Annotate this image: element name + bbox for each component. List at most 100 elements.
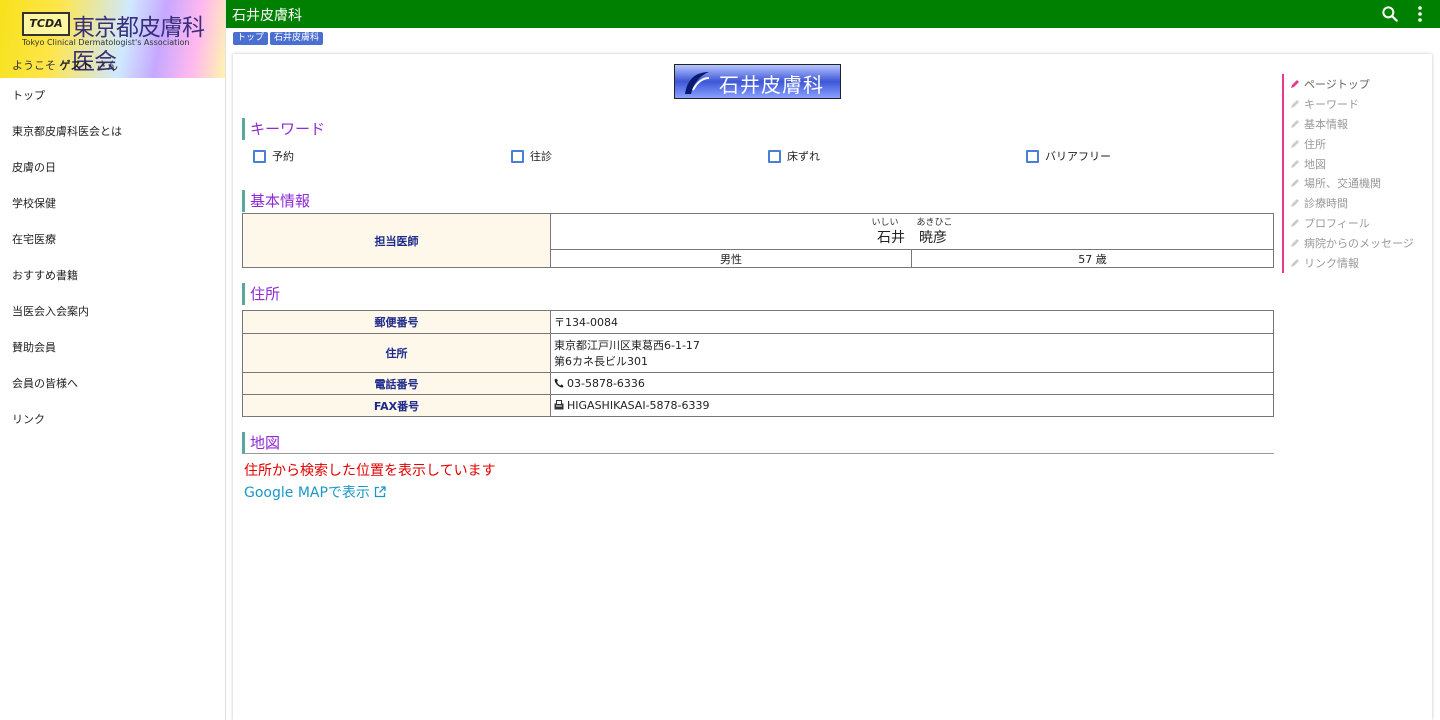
nav-item-links[interactable]: リンク — [0, 402, 225, 438]
doctor-gender: 男性 — [550, 249, 912, 268]
fax-cell: HIGASHIKASAI-5878-6339 — [550, 394, 1274, 417]
toc-label: 住所 — [1304, 137, 1326, 151]
page-toc: ページトップ キーワード 基本情報 住所 地図 場所、交通機関 診療時間 プロフ… — [1282, 74, 1414, 273]
doctor-name-cell: いしい あきひこ 石井 暁彦 — [550, 213, 1274, 250]
top-app-bar: 石井皮膚科 — [226, 0, 1440, 28]
section-map: 地図 — [242, 432, 1274, 454]
keyword-checkbox[interactable]: 床ずれ — [768, 148, 820, 164]
pencil-icon — [1291, 199, 1299, 208]
checkbox-icon — [768, 149, 781, 163]
tel-cell: 03-5878-6336 — [550, 372, 1274, 395]
brand-subtitle: Tokyo Clinical Dermatologist's Associati… — [22, 38, 190, 47]
clinic-logo-text: 石井皮膚科 — [719, 73, 824, 97]
address-line-2: 第6カネ長ビル301 — [554, 355, 648, 368]
address-line-1: 東京都江戸川区東葛西6-1-17 — [554, 339, 700, 352]
google-map-link[interactable]: Google MAPで表示 — [244, 482, 386, 502]
pencil-icon — [1291, 179, 1299, 188]
toc-label: ページトップ — [1304, 77, 1370, 91]
pencil-icon — [1291, 139, 1299, 148]
user-name: ゲスト — [59, 59, 93, 72]
doctor-name-ruby: いしい あきひこ — [871, 217, 953, 228]
search-icon[interactable] — [1380, 4, 1400, 24]
pencil-icon — [1291, 119, 1299, 128]
welcome-suffix: さん — [96, 59, 118, 72]
map-note: 住所から検索した位置を表示しています — [244, 463, 496, 479]
toc-label: 診療時間 — [1304, 197, 1348, 211]
pencil-icon — [1291, 79, 1299, 88]
section-basic-info: 基本情報 — [242, 190, 1274, 212]
google-map-link-text[interactable]: Google MAPで表示 — [244, 482, 370, 502]
clinic-logo-mark-icon — [685, 72, 710, 94]
toc-label: 基本情報 — [1304, 117, 1348, 131]
breadcrumb-top[interactable]: トップ — [233, 32, 269, 45]
tel-label: 電話番号 — [242, 372, 551, 395]
more-vert-icon[interactable] — [1412, 4, 1428, 24]
fax-number: HIGASHIKASAI-5878-6339 — [567, 399, 710, 412]
keyword-label: 往診 — [530, 150, 552, 163]
toc-item-map[interactable]: 地図 — [1290, 154, 1414, 174]
keyword-label: 予約 — [272, 150, 294, 163]
toc-label: プロフィール — [1304, 217, 1370, 231]
nav-item-home-care[interactable]: 在宅医療 — [0, 222, 225, 258]
external-link-icon — [374, 486, 386, 498]
main-content: 石井皮膚科 キーワード 予約 往診 床ずれ バリアフリー 基本情報 担当医師 い… — [233, 54, 1432, 720]
fax-label: FAX番号 — [242, 394, 551, 417]
nav-item-books[interactable]: おすすめ書籍 — [0, 258, 225, 294]
welcome-prefix: ようこそ — [12, 59, 56, 72]
toc-item-message[interactable]: 病院からのメッセージ — [1290, 233, 1414, 253]
toc-label: 場所、交通機関 — [1304, 177, 1381, 191]
checkbox-icon — [1026, 149, 1039, 163]
toc-label: リンク情報 — [1304, 256, 1359, 270]
clinic-logo: 石井皮膚科 — [674, 64, 841, 99]
nav-item-skin-day[interactable]: 皮膚の日 — [0, 150, 225, 186]
toc-label: 地図 — [1304, 157, 1326, 171]
checkbox-icon — [253, 149, 266, 163]
fax-icon — [554, 400, 564, 410]
sidebar: TCDA 東京都皮膚科医会 Tokyo Clinical Dermatologi… — [0, 0, 226, 720]
section-address: 住所 — [242, 283, 1274, 305]
pencil-icon — [1291, 99, 1299, 108]
toc-item-page-top[interactable]: ページトップ — [1290, 74, 1414, 94]
phone-icon — [554, 378, 564, 388]
nav-item-school-health[interactable]: 学校保健 — [0, 186, 225, 222]
toc-item-keyword[interactable]: キーワード — [1290, 94, 1414, 114]
keyword-checkbox[interactable]: 予約 — [253, 148, 294, 164]
tcda-logo[interactable]: TCDA — [22, 12, 70, 36]
toc-item-hours[interactable]: 診療時間 — [1290, 193, 1414, 213]
toc-item-basic-info[interactable]: 基本情報 — [1290, 114, 1414, 134]
doctor-name: 石井 暁彦 — [877, 229, 947, 246]
basic-info-table: 担当医師 いしい あきひこ 石井 暁彦 男性 57 歳 — [242, 213, 1274, 268]
postal-label: 郵便番号 — [242, 310, 551, 334]
nav-item-supporting-members[interactable]: 賛助会員 — [0, 330, 225, 366]
toc-item-links[interactable]: リンク情報 — [1290, 253, 1414, 273]
doctor-label: 担当医師 — [242, 213, 551, 268]
nav-item-membership[interactable]: 当医会入会案内 — [0, 294, 225, 330]
nav-item-about[interactable]: 東京都皮膚科医会とは — [0, 114, 225, 150]
sidebar-nav: トップ 東京都皮膚科医会とは 皮膚の日 学校保健 在宅医療 おすすめ書籍 当医会… — [0, 78, 225, 438]
section-keyword: キーワード — [242, 118, 1274, 140]
pencil-icon — [1291, 239, 1299, 248]
keyword-label: 床ずれ — [787, 150, 820, 163]
brand-header: TCDA 東京都皮膚科医会 Tokyo Clinical Dermatologi… — [0, 0, 225, 78]
postal-code: 〒134-0084 — [550, 310, 1274, 334]
nav-item-top[interactable]: トップ — [0, 78, 225, 114]
toc-item-access[interactable]: 場所、交通機関 — [1290, 173, 1414, 193]
page-title: 石井皮膚科 — [232, 8, 302, 24]
welcome-text: ようこそ ゲスト さん — [12, 57, 118, 73]
breadcrumb-current[interactable]: 石井皮膚科 — [270, 32, 324, 45]
toc-label: キーワード — [1304, 97, 1359, 111]
breadcrumb: トップ 石井皮膚科 — [233, 32, 324, 45]
checkbox-icon — [511, 149, 524, 163]
pencil-icon — [1291, 219, 1299, 228]
keyword-label: バリアフリー — [1045, 150, 1111, 163]
pencil-icon — [1291, 258, 1299, 267]
keyword-checkbox[interactable]: バリアフリー — [1026, 148, 1111, 164]
toc-item-address[interactable]: 住所 — [1290, 134, 1414, 154]
keyword-checkbox[interactable]: 往診 — [511, 148, 552, 164]
doctor-age: 57 歳 — [911, 249, 1274, 268]
tel-number[interactable]: 03-5878-6336 — [567, 377, 645, 390]
address-table: 郵便番号 〒134-0084 住所 東京都江戸川区東葛西6-1-17 第6カネ長… — [242, 310, 1274, 417]
toc-label: 病院からのメッセージ — [1304, 237, 1414, 251]
toc-item-profile[interactable]: プロフィール — [1290, 213, 1414, 233]
nav-item-members[interactable]: 会員の皆様へ — [0, 366, 225, 402]
